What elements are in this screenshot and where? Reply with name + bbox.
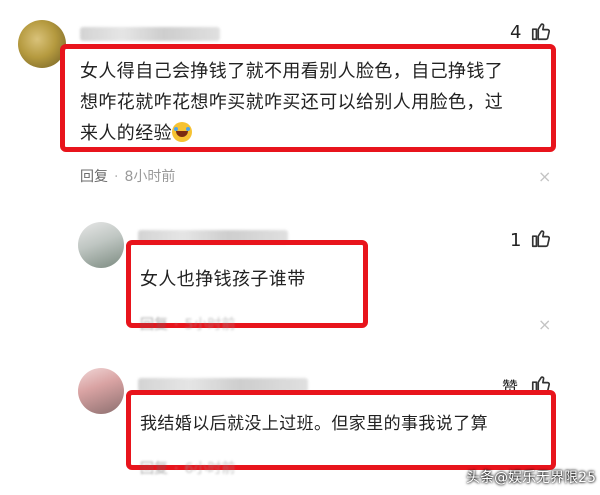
watermark: 头条@娱乐无界限25 [466, 470, 596, 486]
thumbs-up-icon[interactable] [530, 20, 552, 42]
comment-text: 我结婚以后就没上过班。但家里的事我说了算 [140, 414, 488, 434]
reply-button[interactable]: 回复 [140, 317, 168, 333]
reply-button[interactable]: 回复 [140, 461, 168, 477]
comment-meta: 回复 · 8小时前 [80, 169, 176, 185]
avatar[interactable] [18, 20, 66, 68]
username-blurred[interactable] [80, 27, 220, 41]
comment-text: 女人也挣钱孩子谁带 [140, 269, 306, 290]
timestamp: 5小时前 [184, 317, 236, 333]
comment-line: 来人的经验 [80, 118, 503, 149]
timestamp: 8小时前 [124, 169, 176, 185]
comment-meta: 回复 · 5小时前 [140, 317, 236, 333]
close-icon[interactable]: × [538, 167, 551, 186]
avatar[interactable] [78, 222, 124, 268]
close-icon[interactable]: × [538, 315, 551, 334]
laughing-crying-emoji-icon [172, 122, 192, 142]
comment-meta: 回复 · 6小时前 [140, 461, 236, 477]
avatar[interactable] [78, 368, 124, 414]
timestamp: 6小时前 [184, 461, 236, 477]
comment-line: 女人得自己会挣钱了就不用看别人脸色，自己挣钱了 [80, 61, 504, 82]
reply-button[interactable]: 回复 [80, 169, 108, 185]
comment-line: 想咋花就咋花想咋买就咋买还可以给别人用脸色，过 [80, 92, 504, 113]
like-count: 1 [510, 230, 522, 251]
comment-text: 女人得自己会挣钱了就不用看别人脸色，自己挣钱了 想咋花就咋花想咋买就咋买还可以给… [80, 56, 503, 149]
thumbs-up-icon[interactable] [530, 227, 552, 249]
like-count: 4 [510, 22, 522, 43]
